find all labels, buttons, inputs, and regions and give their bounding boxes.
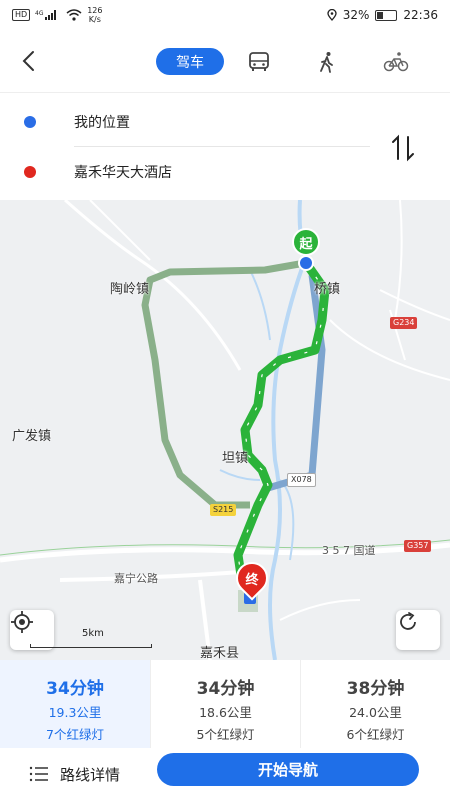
destination-text: 嘉禾华天大酒店 bbox=[74, 165, 172, 181]
walk-icon bbox=[320, 51, 333, 73]
start-location-text: 我的位置 bbox=[74, 115, 130, 131]
map-view[interactable]: 起 终 陶岭镇 桥镇 广发镇 坦镇 嘉禾县 嘉宁公路 3 5 7 国道 G234… bbox=[0, 200, 450, 660]
road-tag-s215: S215 bbox=[210, 504, 237, 516]
bottom-bar: 路线详情 开始导航 bbox=[0, 748, 450, 800]
bike-icon bbox=[383, 51, 409, 71]
swap-arrows-icon bbox=[392, 134, 414, 162]
battery-percent: 32% bbox=[342, 8, 370, 22]
tab-walk[interactable] bbox=[313, 48, 341, 75]
route-traffic-lights: 5个红绿灯 bbox=[196, 727, 255, 742]
svg-text:4G: 4G bbox=[35, 10, 44, 17]
list-icon bbox=[29, 766, 48, 782]
start-navigation-button[interactable]: 开始导航 bbox=[157, 753, 419, 786]
route-options: 34分钟 19.3公里 7个红绿灯 34分钟 18.6公里 5个红绿灯 38分钟… bbox=[0, 660, 450, 748]
route-details-label: 路线详情 bbox=[60, 765, 121, 784]
route-time: 34分钟 bbox=[46, 679, 104, 699]
end-marker-label: 终 bbox=[245, 572, 259, 588]
route-input-panel: 我的位置 嘉禾华天大酒店 bbox=[0, 92, 450, 200]
transport-mode-bar: 驾车 bbox=[0, 30, 450, 92]
start-location-field[interactable]: 我的位置 bbox=[0, 97, 370, 147]
signal-icon: 4G bbox=[35, 10, 57, 20]
map-label-guangfa: 广发镇 bbox=[12, 429, 52, 444]
route-option-1[interactable]: 34分钟 19.3公里 7个红绿灯 bbox=[0, 660, 150, 748]
road-tag-g234: G234 bbox=[390, 317, 418, 329]
map-canvas bbox=[0, 200, 450, 660]
chevron-left-icon bbox=[22, 51, 34, 71]
back-button[interactable] bbox=[14, 46, 44, 76]
route-details-button[interactable]: 路线详情 bbox=[28, 758, 120, 790]
map-label-taoling: 陶岭镇 bbox=[110, 282, 150, 297]
road-tag-x078: X078 bbox=[287, 473, 316, 487]
map-scale: 5km bbox=[30, 628, 152, 648]
bus-icon bbox=[249, 51, 269, 71]
refresh-icon bbox=[400, 612, 416, 630]
refresh-button[interactable] bbox=[396, 610, 440, 650]
tab-bus[interactable] bbox=[245, 48, 273, 75]
route-traffic-lights: 7个红绿灯 bbox=[46, 727, 104, 742]
route-distance: 18.6公里 bbox=[199, 705, 252, 720]
tab-bike[interactable] bbox=[382, 48, 410, 75]
destination-field[interactable]: 嘉禾华天大酒店 bbox=[0, 147, 370, 197]
route-distance: 24.0公里 bbox=[349, 705, 402, 720]
wifi-icon bbox=[66, 9, 82, 21]
route-time: 34分钟 bbox=[196, 679, 255, 699]
status-bar: HD 4G 126 K/s 32% 22:36 bbox=[0, 0, 450, 30]
road-tag-g357: G357 bbox=[404, 540, 432, 552]
route-time: 38分钟 bbox=[346, 679, 405, 699]
route-traffic-lights: 6个红绿灯 bbox=[346, 727, 405, 742]
tab-drive[interactable]: 驾车 bbox=[156, 48, 224, 75]
clock: 22:36 bbox=[403, 8, 438, 22]
map-label-jiahe-county: 嘉禾县 bbox=[200, 646, 240, 660]
map-label-tanzhen: 坦镇 bbox=[222, 451, 249, 466]
map-label-qiaozhen: 桥镇 bbox=[314, 282, 341, 297]
route-option-3[interactable]: 38分钟 24.0公里 6个红绿灯 bbox=[300, 660, 450, 748]
map-label-jianing-road: 嘉宁公路 bbox=[114, 572, 158, 585]
swap-button[interactable] bbox=[386, 131, 420, 165]
battery-icon bbox=[375, 9, 398, 21]
network-speed: 126 K/s bbox=[87, 6, 103, 24]
route-option-2[interactable]: 34分钟 18.6公里 5个红绿灯 bbox=[150, 660, 300, 748]
route-distance: 19.3公里 bbox=[48, 705, 102, 720]
location-status-icon bbox=[327, 9, 337, 21]
start-marker: 起 bbox=[292, 228, 320, 256]
start-dot-icon bbox=[24, 116, 36, 128]
hd-badge: HD bbox=[12, 9, 31, 21]
map-label-guodao: 3 5 7 国道 bbox=[322, 544, 376, 557]
locate-icon bbox=[11, 611, 33, 633]
end-dot-icon bbox=[24, 166, 36, 178]
